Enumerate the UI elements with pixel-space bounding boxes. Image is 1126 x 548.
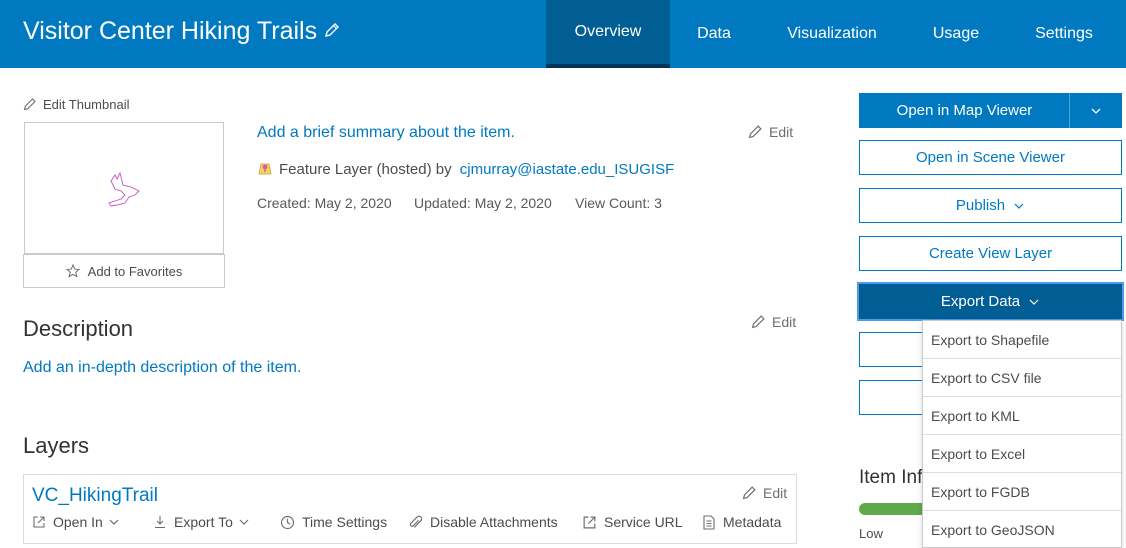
service-url-label: Service URL	[604, 514, 683, 530]
tab-settings[interactable]: Settings	[1020, 0, 1108, 68]
description-heading: Description	[23, 316, 134, 341]
owner-link[interactable]: cjmurray@iastate.edu_ISUGISF	[460, 161, 674, 178]
tab-overview[interactable]: Overview	[546, 0, 670, 68]
pencil-icon	[742, 486, 756, 500]
top-header: Visitor Center Hiking Trails Overview Da…	[0, 0, 1126, 68]
disable-attachments-label: Disable Attachments	[430, 514, 558, 530]
page-title: Visitor Center Hiking Trails	[23, 17, 318, 45]
item-information-progress-bar	[859, 503, 929, 515]
chevron-down-icon	[1029, 299, 1039, 305]
time-settings-button[interactable]: Time Settings	[280, 514, 387, 530]
map-viewer-options-button[interactable]	[1069, 93, 1122, 128]
export-data-button[interactable]: Export Data	[859, 284, 1122, 319]
pencil-icon	[751, 315, 765, 329]
layer-name-link[interactable]: VC_HikingTrail	[32, 485, 158, 507]
export-to-menu[interactable]: Export To	[153, 514, 250, 530]
external-link-icon	[583, 516, 596, 528]
chevron-down-icon	[1014, 203, 1024, 209]
export-data-label: Export Data	[940, 293, 1021, 310]
item-type-label: Feature Layer (hosted) by	[279, 161, 452, 178]
open-in-scene-viewer-button[interactable]: Open in Scene Viewer	[859, 140, 1122, 175]
export-data-menu: Export to Shapefile Export to CSV file E…	[922, 320, 1122, 548]
tab-visualization[interactable]: Visualization	[770, 0, 894, 68]
create-view-layer-button[interactable]: Create View Layer	[859, 236, 1122, 271]
chevron-down-icon	[109, 519, 119, 525]
metadata-label: Metadata	[723, 514, 782, 530]
item-information-heading: Item Inf	[859, 467, 923, 488]
add-to-favorites-button[interactable]: Add to Favorites	[23, 254, 225, 288]
pencil-icon	[23, 98, 36, 111]
open-in-map-viewer-button[interactable]: Open in Map Viewer	[859, 93, 1070, 128]
edit-summary-label: Edit	[769, 124, 794, 140]
clock-icon	[280, 515, 295, 529]
item-type-line: Feature Layer (hosted) by cjmurray@iasta…	[257, 160, 674, 178]
edit-description-label: Edit	[772, 314, 797, 330]
open-in-label: Open In	[53, 514, 103, 530]
item-thumbnail	[24, 122, 224, 254]
updated-date: Updated: May 2, 2020	[414, 195, 552, 211]
edit-description-button[interactable]: Edit	[751, 314, 796, 330]
item-information-level: Low	[859, 526, 883, 541]
star-icon	[65, 264, 80, 278]
service-url-button[interactable]: Service URL	[582, 514, 683, 530]
export-to-label: Export To	[174, 514, 233, 530]
edit-layer-label: Edit	[763, 485, 788, 501]
export-geojson-item[interactable]: Export to GeoJSON	[923, 511, 1121, 548]
edit-thumbnail-button[interactable]: Edit Thumbnail	[23, 97, 129, 112]
export-shapefile-item[interactable]: Export to Shapefile	[923, 321, 1121, 359]
chevron-down-icon	[239, 519, 249, 525]
external-link-icon	[33, 516, 45, 528]
pencil-icon	[748, 125, 762, 139]
publish-label: Publish	[955, 197, 1006, 214]
edit-layer-button[interactable]: Edit	[742, 485, 787, 501]
summary-placeholder-link[interactable]: Add a brief summary about the item.	[257, 124, 515, 142]
chevron-down-icon	[1091, 108, 1101, 114]
layers-heading: Layers	[23, 433, 90, 458]
open-in-menu[interactable]: Open In	[32, 514, 120, 530]
tab-usage[interactable]: Usage	[916, 0, 996, 68]
feature-layer-icon	[258, 163, 272, 175]
document-icon	[703, 514, 715, 530]
export-excel-item[interactable]: Export to Excel	[923, 435, 1121, 473]
download-icon	[155, 516, 165, 529]
publish-button[interactable]: Publish	[859, 188, 1122, 223]
edit-thumbnail-label: Edit Thumbnail	[43, 97, 130, 112]
description-placeholder-link[interactable]: Add an in-depth description of the item.	[23, 359, 301, 377]
edit-summary-button[interactable]: Edit	[748, 124, 793, 140]
edit-title-icon[interactable]	[323, 21, 341, 39]
disable-attachments-button[interactable]: Disable Attachments	[408, 514, 558, 530]
created-date: Created: May 2, 2020	[257, 195, 392, 211]
time-settings-label: Time Settings	[302, 514, 388, 530]
trail-map-thumbnail	[108, 171, 140, 207]
export-csv-item[interactable]: Export to CSV file	[923, 359, 1121, 397]
paperclip-icon	[409, 515, 423, 528]
add-to-favorites-label: Add to Favorites	[87, 263, 183, 279]
metadata-button[interactable]: Metadata	[702, 514, 781, 530]
view-count: View Count: 3	[575, 195, 662, 211]
export-fgdb-item[interactable]: Export to FGDB	[923, 473, 1121, 511]
export-kml-item[interactable]: Export to KML	[923, 397, 1121, 435]
tab-data[interactable]: Data	[676, 0, 752, 68]
